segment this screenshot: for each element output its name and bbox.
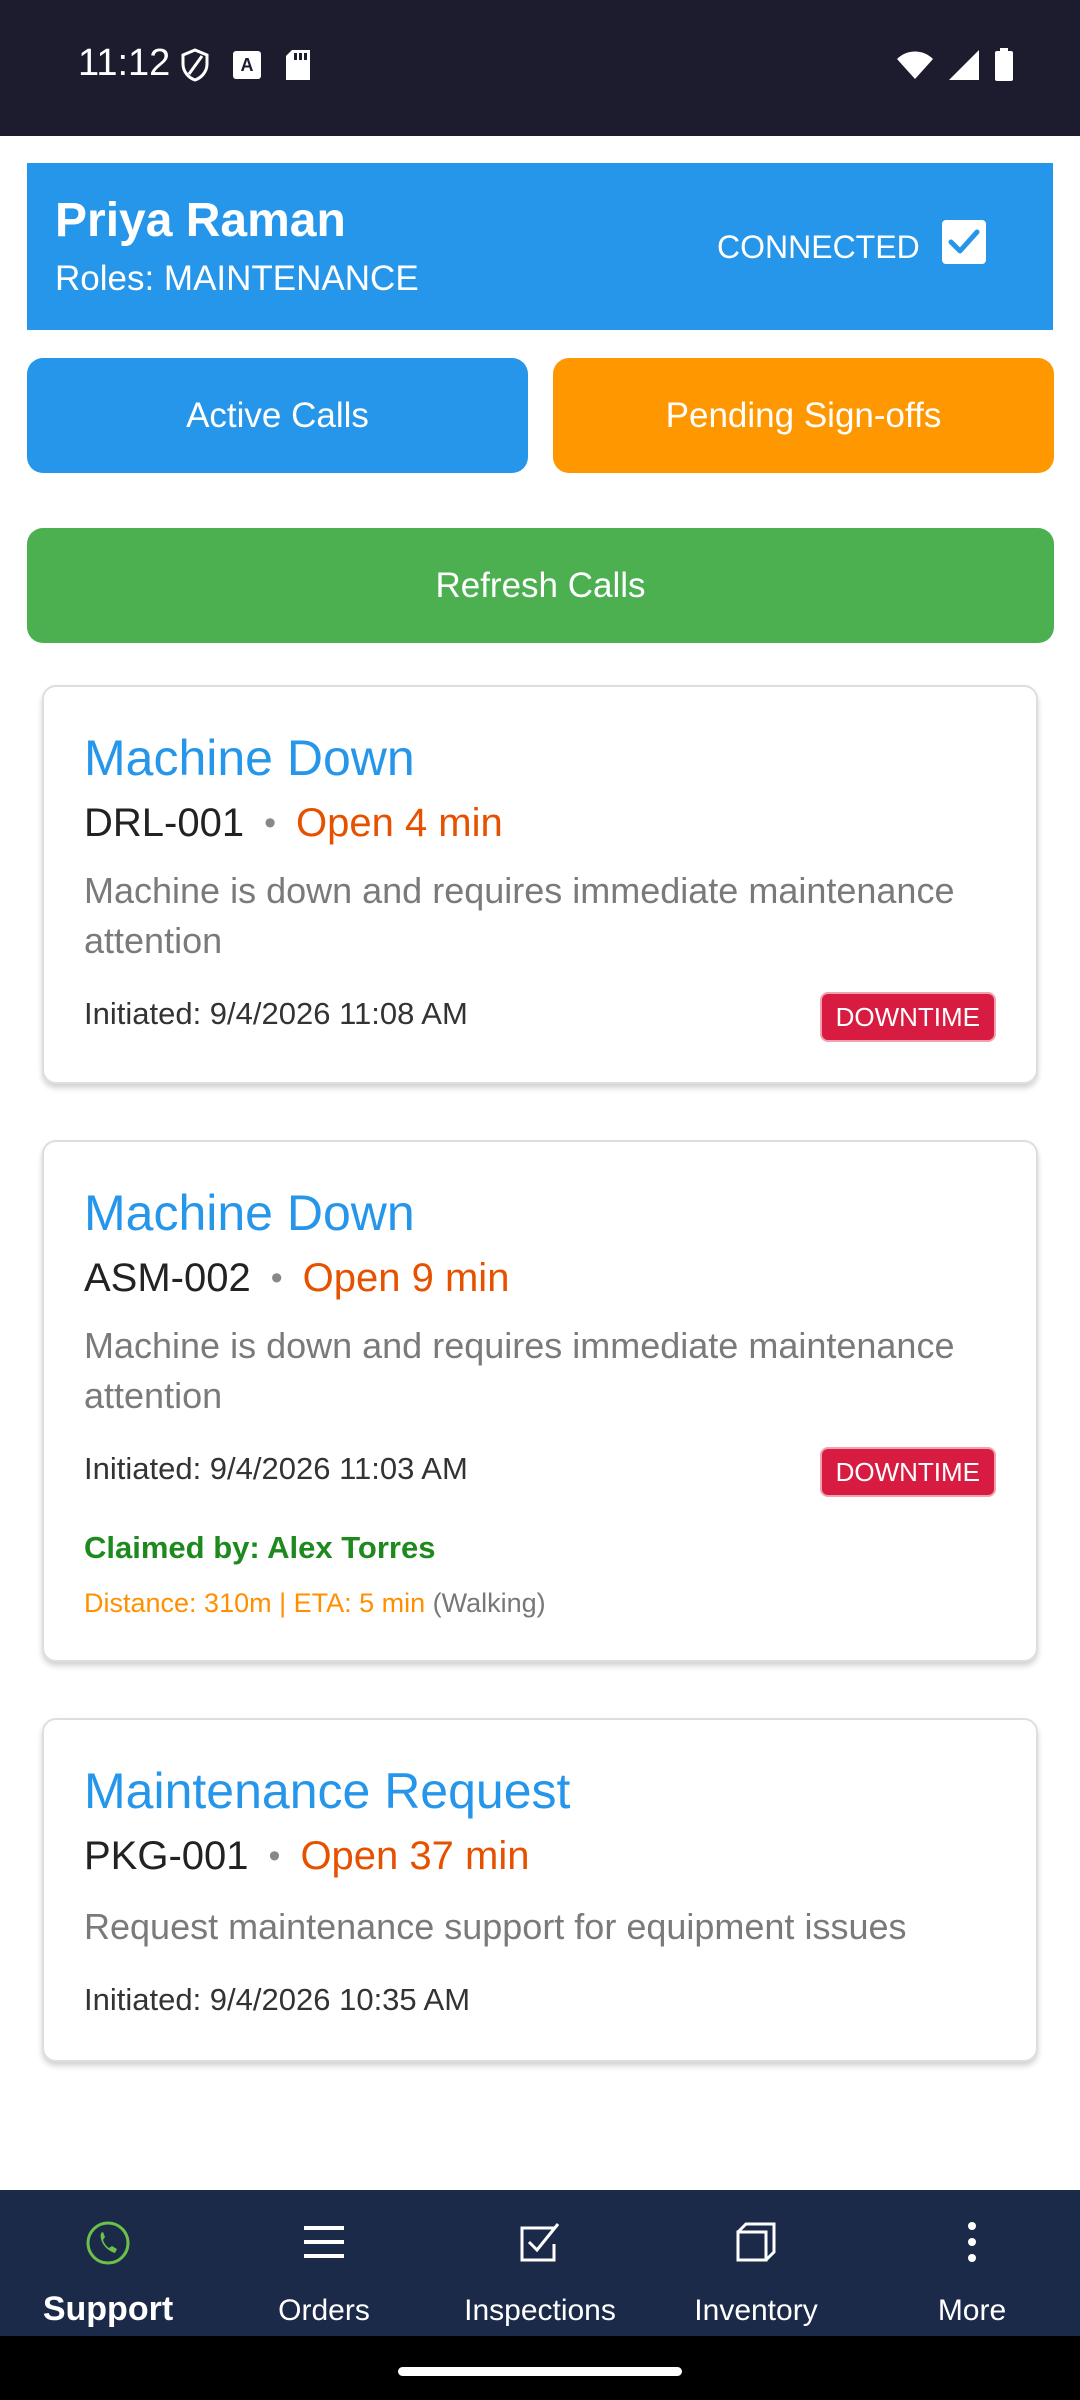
nav-item-inspections[interactable]: Inspections (432, 2190, 648, 2336)
initiated-time: Initiated: 9/4/2026 10:35 AM (84, 1982, 471, 2017)
pending-signoffs-button[interactable]: Pending Sign-offs (553, 358, 1054, 473)
nav-item-more[interactable]: More (864, 2190, 1080, 2336)
phone-icon (85, 2220, 131, 2270)
nav-item-inventory[interactable]: Inventory (648, 2190, 864, 2336)
svg-text:A: A (241, 55, 254, 75)
distance-text: Distance: 310m | ETA: 5 min (84, 1588, 426, 1618)
separator-dot: • (268, 1837, 281, 1875)
call-card[interactable]: Machine Down DRL-001 • Open 4 min Machin… (42, 685, 1038, 1084)
separator-dot: • (270, 1259, 283, 1297)
machine-id: DRL-001 (84, 801, 245, 845)
nav-label: Inspections (464, 2294, 616, 2327)
open-duration: Open 4 min (295, 801, 503, 845)
active-calls-button[interactable]: Active Calls (27, 358, 528, 473)
initiated-time: Initiated: 9/4/2026 11:03 AM (84, 1451, 468, 1486)
status-bar: 11:12 A (0, 0, 1080, 136)
nav-label: Inventory (694, 2294, 818, 2327)
refresh-calls-button[interactable]: Refresh Calls (27, 528, 1054, 643)
user-header: Priya Raman Roles: MAINTENANCE CONNECTED (27, 163, 1053, 330)
user-name: Priya Raman (55, 194, 346, 247)
menu-icon (302, 2220, 346, 2270)
sd-card-icon (284, 49, 312, 86)
connected-checkbox[interactable] (942, 220, 986, 264)
downtime-badge: DOWNTIME (819, 992, 996, 1042)
signal-icon (948, 49, 980, 86)
separator-dot: • (264, 804, 276, 842)
bottom-nav: Support Orders Inspections Inventory Mor… (0, 2190, 1080, 2336)
shield-icon (180, 48, 210, 87)
more-vertical-icon (962, 2220, 982, 2270)
connection-status: CONNECTED (717, 229, 920, 265)
battery-icon (994, 48, 1014, 87)
call-card[interactable]: Maintenance Request PKG-001 • Open 37 mi… (42, 1718, 1038, 2062)
nav-label: Orders (278, 2294, 370, 2327)
call-card[interactable]: Machine Down ASM-002 • Open 9 min Machin… (42, 1140, 1038, 1662)
call-description: Machine is down and requires immediate m… (84, 1325, 955, 1416)
open-duration: Open 9 min (302, 1256, 510, 1300)
call-description: Request maintenance support for equipmen… (84, 1906, 907, 1947)
call-description: Machine is down and requires immediate m… (84, 870, 955, 961)
nav-label: Support (42, 2290, 174, 2328)
machine-id: PKG-001 (84, 1834, 249, 1878)
open-duration: Open 37 min (300, 1834, 530, 1878)
distance-eta: Distance: 310m | ETA: 5 min (Walking) (84, 1588, 546, 1619)
a-box-icon: A (232, 50, 262, 85)
checkbox-icon (518, 2220, 562, 2270)
downtime-badge: DOWNTIME (819, 1447, 996, 1497)
call-title: Machine Down (84, 1185, 415, 1241)
wifi-icon (896, 50, 934, 85)
call-title: Machine Down (84, 730, 415, 786)
nav-item-orders[interactable]: Orders (216, 2190, 432, 2336)
call-title: Maintenance Request (84, 1763, 571, 1819)
claimed-by: Claimed by: Alex Torres (84, 1530, 436, 1565)
machine-id: ASM-002 (84, 1256, 251, 1300)
user-roles: Roles: MAINTENANCE (55, 259, 419, 298)
travel-mode: (Walking) (432, 1588, 546, 1618)
initiated-time: Initiated: 9/4/2026 11:08 AM (84, 996, 468, 1031)
status-time: 11:12 (78, 42, 171, 84)
box-icon (734, 2220, 778, 2270)
nav-item-support[interactable]: Support (0, 2190, 216, 2336)
nav-label: More (937, 2294, 1007, 2327)
home-gesture-bar[interactable] (398, 2367, 682, 2376)
